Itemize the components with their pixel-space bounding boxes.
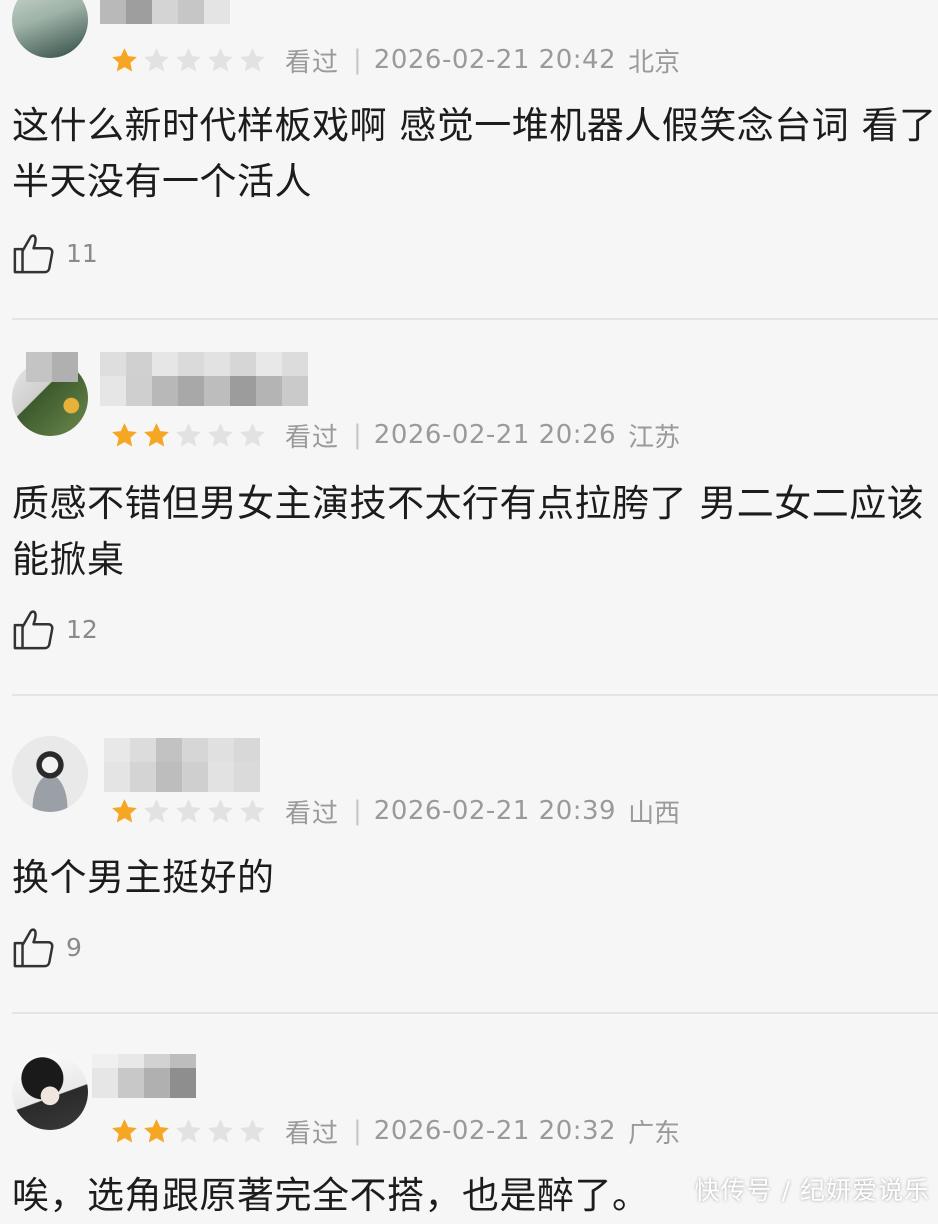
thumbs-up-icon (13, 234, 54, 274)
star-icon (206, 1117, 235, 1146)
like-count: 12 (66, 614, 98, 644)
star-rating (110, 421, 267, 450)
watermark: 快传号 / 纪妍爱说乐 (694, 1176, 930, 1205)
review-content-line: 这什么新时代样板戏啊 感觉一堆机器人假笑念台词 看了 (12, 104, 937, 147)
review-content-line: 半天没有一个活人 (12, 160, 312, 203)
review-location: 江苏 (628, 422, 681, 453)
avatar[interactable] (12, 0, 88, 58)
star-icon (174, 797, 203, 826)
like-count: 11 (66, 238, 98, 268)
review-timestamp: 2026-02-21 20:39 (373, 796, 617, 826)
like-button[interactable]: 12 (12, 604, 98, 654)
review-meta: 看过 | 2026-02-21 20:32 广东 (110, 1114, 681, 1149)
review-location: 广东 (628, 1118, 681, 1149)
star-icon (142, 1117, 171, 1146)
star-rating (110, 1117, 267, 1146)
watch-status: 看过 (285, 798, 340, 829)
star-icon (206, 46, 235, 75)
meta-divider: | (353, 45, 362, 75)
star-icon (206, 797, 235, 826)
review-timestamp: 2026-02-21 20:42 (373, 45, 617, 75)
star-icon (238, 797, 267, 826)
review-timestamp: 2026-02-21 20:32 (373, 1116, 617, 1146)
watch-status: 看过 (285, 1118, 340, 1149)
star-icon (142, 46, 171, 75)
meta-divider: | (353, 796, 362, 826)
watch-status: 看过 (285, 47, 340, 78)
review-content: 换个男主挺好的 (12, 850, 938, 906)
like-count: 9 (66, 932, 82, 962)
review-timestamp: 2026-02-21 20:26 (373, 420, 617, 450)
star-icon (174, 46, 203, 75)
star-icon (238, 46, 267, 75)
review-location: 山西 (628, 798, 681, 829)
thumbs-up-icon (13, 928, 54, 968)
star-icon (110, 1117, 139, 1146)
review-content-line: 换个男主挺好的 (12, 856, 275, 899)
review-meta: 看过 | 2026-02-21 20:42 北京 (110, 43, 681, 78)
thumbs-up-icon (13, 610, 54, 650)
review-location: 北京 (628, 47, 681, 78)
review-meta: 看过 | 2026-02-21 20:39 山西 (110, 794, 681, 829)
avatar[interactable] (12, 1054, 88, 1130)
star-icon (238, 421, 267, 450)
meta-divider: | (353, 1116, 362, 1146)
meta-divider: | (353, 420, 362, 450)
divider (12, 318, 938, 320)
username-blurred[interactable] (100, 0, 230, 24)
review-content-line: 能掀桌 (12, 538, 125, 581)
star-icon (174, 1117, 203, 1146)
username-blurred[interactable] (104, 762, 260, 792)
star-icon (206, 421, 235, 450)
star-icon (110, 421, 139, 450)
star-icon (110, 797, 139, 826)
star-icon (142, 797, 171, 826)
review-content-line: 质感不错但男女主演技不太行有点拉胯了 男二女二应该 (12, 482, 925, 525)
star-icon (238, 1117, 267, 1146)
watch-status: 看过 (285, 422, 340, 453)
star-icon (142, 421, 171, 450)
like-button[interactable]: 9 (12, 922, 82, 972)
star-rating (110, 46, 267, 75)
username-blurred[interactable] (100, 376, 308, 406)
divider (12, 694, 938, 696)
star-icon (110, 46, 139, 75)
star-rating (110, 797, 267, 826)
username-blurred[interactable] (92, 1068, 196, 1098)
divider (12, 1012, 938, 1014)
review-meta: 看过 | 2026-02-21 20:26 江苏 (110, 418, 681, 453)
star-icon (174, 421, 203, 450)
avatar[interactable] (12, 736, 88, 812)
like-button[interactable]: 11 (12, 228, 98, 278)
username-blurred[interactable] (26, 352, 78, 382)
review-content: 质感不错但男女主演技不太行有点拉胯了 男二女二应该 能掀桌 (12, 476, 938, 588)
review-content: 这什么新时代样板戏啊 感觉一堆机器人假笑念台词 看了 半天没有一个活人 (12, 98, 938, 210)
